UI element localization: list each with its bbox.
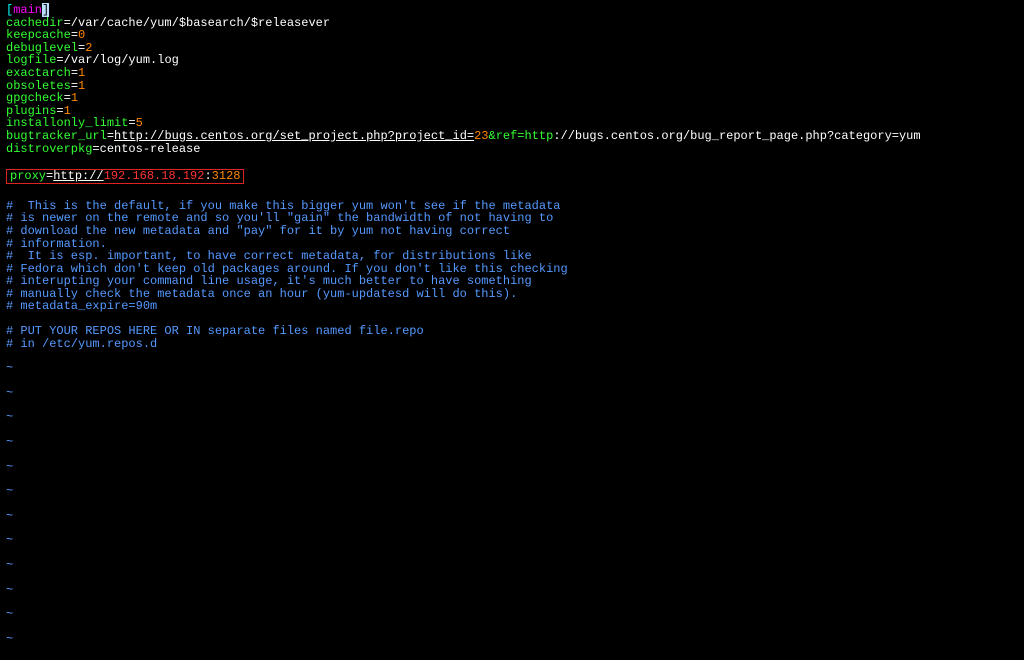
config-line-plugins: plugins=1: [6, 105, 1018, 118]
eof-tilde: ~: [6, 534, 1018, 547]
url-amp: &ref=http: [489, 129, 554, 143]
eof-tilde: ~: [6, 362, 1018, 375]
blank-line: [6, 621, 1018, 633]
blank-line: [6, 596, 1018, 608]
eof-tilde: ~: [6, 510, 1018, 523]
val: =centos-release: [92, 142, 200, 156]
blank-line: [6, 498, 1018, 510]
config-line-cachedir: cachedir=/var/cache/yum/$basearch/$relea…: [6, 17, 1018, 30]
eof-tilde: ~: [6, 436, 1018, 449]
url-num: 23: [474, 129, 488, 143]
comment-line: # metadata_expire=90m: [6, 300, 1018, 313]
eof-tilde: ~: [6, 559, 1018, 572]
comment-line: # It is esp. important, to have correct …: [6, 250, 1018, 263]
eof-tilde: ~: [6, 461, 1018, 474]
val: 1: [78, 79, 85, 93]
url-rest: ://bugs.centos.org/bug_report_page.php?c…: [553, 129, 920, 143]
terminal-editor[interactable]: [main] cachedir=/var/cache/yum/$basearch…: [6, 4, 1018, 645]
blank-line: [6, 188, 1018, 200]
val: =/var/cache/yum/$basearch/$releasever: [64, 16, 330, 30]
config-line-exactarch: exactarch=1: [6, 67, 1018, 80]
comment-line: # interupting your command line usage, i…: [6, 275, 1018, 288]
blank-line: [6, 424, 1018, 436]
key: distroverpkg: [6, 142, 92, 156]
blank-line: [6, 473, 1018, 485]
proxy-highlight-box: proxy=http://192.168.18.192:3128: [6, 167, 1018, 188]
port: 3128: [212, 169, 241, 183]
eof-tilde: ~: [6, 485, 1018, 498]
comment-line: # PUT YOUR REPOS HERE OR IN separate fil…: [6, 325, 1018, 338]
comment-line: # in /etc/yum.repos.d: [6, 338, 1018, 351]
val: 1: [71, 91, 78, 105]
config-line-keepcache: keepcache=0: [6, 29, 1018, 42]
key: proxy: [10, 169, 46, 183]
colon: :: [204, 169, 211, 183]
comment-line: # download the new metadata and "pay" fo…: [6, 225, 1018, 238]
blank-line: [6, 522, 1018, 534]
eof-tilde: ~: [6, 411, 1018, 424]
config-line-distroverpkg: distroverpkg=centos-release: [6, 143, 1018, 156]
blank-line: [6, 155, 1018, 167]
blank-line: [6, 399, 1018, 411]
config-line-gpgcheck: gpgcheck=1: [6, 92, 1018, 105]
blank-line: [6, 375, 1018, 387]
blank-line: [6, 449, 1018, 461]
eof-tilde: ~: [6, 387, 1018, 400]
eof-tilde: ~: [6, 584, 1018, 597]
blank-line: [6, 350, 1018, 362]
scheme: http://: [53, 169, 103, 183]
blank-line: [6, 547, 1018, 559]
config-line-logfile: logfile=/var/log/yum.log: [6, 54, 1018, 67]
blank-line: [6, 572, 1018, 584]
eof-tilde: ~: [6, 608, 1018, 621]
eof-tilde: ~: [6, 633, 1018, 646]
config-line-obsoletes: obsoletes=1: [6, 80, 1018, 93]
ip: 192.168.18.192: [104, 169, 205, 183]
comment-line: # manually check the metadata once an ho…: [6, 288, 1018, 301]
